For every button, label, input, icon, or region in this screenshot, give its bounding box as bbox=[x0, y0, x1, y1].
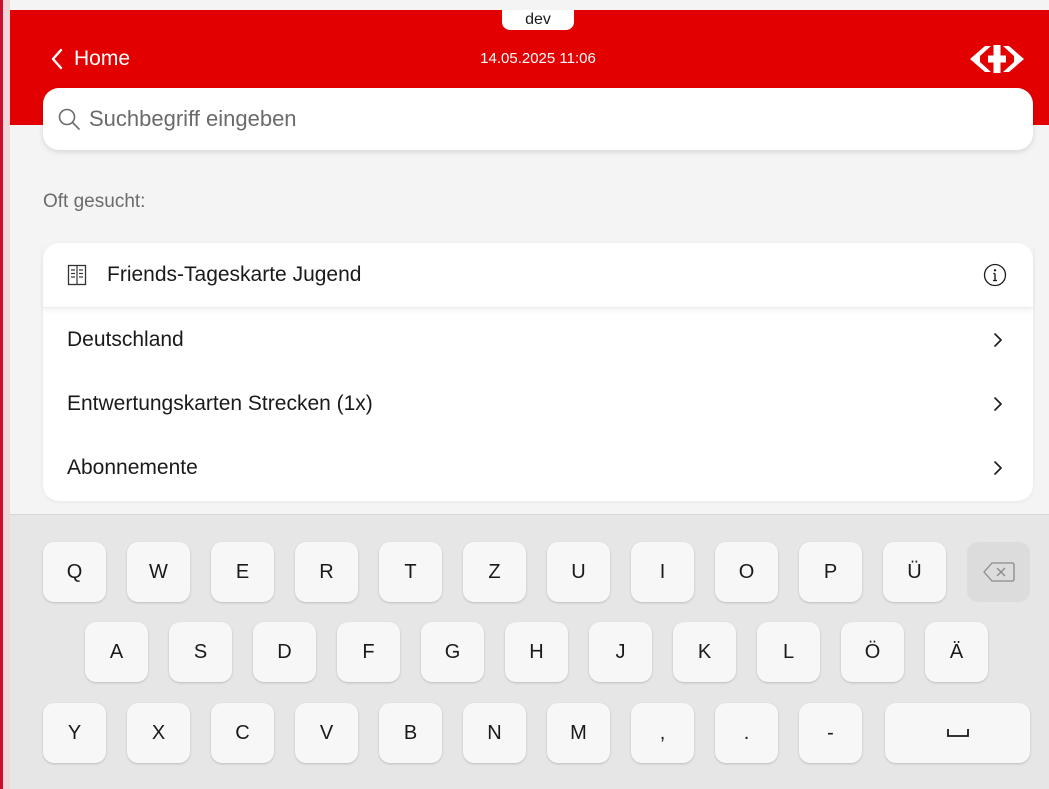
key[interactable]: N bbox=[463, 703, 526, 763]
key[interactable]: X bbox=[127, 703, 190, 763]
back-label: Home bbox=[74, 47, 131, 70]
frequent-section-title: Oft gesucht: bbox=[43, 191, 146, 212]
key[interactable]: E bbox=[211, 542, 274, 602]
header-datetime: 14.05.2025 11:06 bbox=[480, 50, 596, 67]
frequent-list-card: Friends-Tageskarte Jugend Deutschland En… bbox=[43, 243, 1033, 501]
ticket-icon bbox=[67, 264, 87, 286]
key[interactable]: F bbox=[337, 622, 400, 682]
key[interactable]: P bbox=[799, 542, 862, 602]
search-icon bbox=[57, 107, 81, 131]
on-screen-keyboard: Q W E R T Z U I O P Ü A S D F G H J K L … bbox=[10, 514, 1049, 789]
category-label: Abonnemente bbox=[67, 456, 198, 479]
category-row-abonnemente[interactable]: Abonnemente bbox=[43, 436, 1033, 500]
key[interactable]: V bbox=[295, 703, 358, 763]
key[interactable]: A bbox=[85, 622, 148, 682]
environment-badge: dev bbox=[502, 10, 574, 30]
key[interactable]: , bbox=[631, 703, 694, 763]
app-window: Home 14.05.2025 11:06 dev Oft gesucht: bbox=[10, 0, 1049, 789]
space-bar-icon bbox=[946, 729, 969, 737]
key[interactable]: Ü bbox=[883, 542, 946, 602]
search-bar[interactable] bbox=[43, 88, 1033, 150]
chevron-right-icon bbox=[993, 332, 1003, 348]
key[interactable]: W bbox=[127, 542, 190, 602]
key[interactable]: M bbox=[547, 703, 610, 763]
back-home-link[interactable]: Home bbox=[50, 46, 130, 72]
key[interactable]: - bbox=[799, 703, 862, 763]
key[interactable]: Z bbox=[463, 542, 526, 602]
key[interactable]: Ä bbox=[925, 622, 988, 682]
key[interactable]: K bbox=[673, 622, 736, 682]
category-row-entwertungskarten[interactable]: Entwertungskarten Strecken (1x) bbox=[43, 372, 1033, 436]
key[interactable]: C bbox=[211, 703, 274, 763]
key[interactable]: O bbox=[715, 542, 778, 602]
key[interactable]: J bbox=[589, 622, 652, 682]
key[interactable]: B bbox=[379, 703, 442, 763]
backspace-icon bbox=[982, 562, 1015, 582]
featured-ticket-row[interactable]: Friends-Tageskarte Jugend bbox=[43, 243, 1033, 308]
backspace-key[interactable] bbox=[967, 542, 1030, 602]
key[interactable]: . bbox=[715, 703, 778, 763]
category-row-deutschland[interactable]: Deutschland bbox=[43, 308, 1033, 372]
key[interactable]: H bbox=[505, 622, 568, 682]
key[interactable]: G bbox=[421, 622, 484, 682]
left-edge-line bbox=[0, 0, 3, 789]
featured-ticket-label: Friends-Tageskarte Jugend bbox=[107, 263, 362, 286]
key[interactable]: U bbox=[547, 542, 610, 602]
key[interactable]: D bbox=[253, 622, 316, 682]
key[interactable]: S bbox=[169, 622, 232, 682]
key[interactable]: R bbox=[295, 542, 358, 602]
key[interactable]: Ö bbox=[841, 622, 904, 682]
key[interactable]: T bbox=[379, 542, 442, 602]
info-icon[interactable] bbox=[983, 263, 1007, 287]
category-label: Deutschland bbox=[67, 328, 184, 351]
key[interactable]: I bbox=[631, 542, 694, 602]
left-edge-strip bbox=[0, 0, 10, 789]
space-key[interactable] bbox=[885, 703, 1030, 763]
category-label: Entwertungskarten Strecken (1x) bbox=[67, 392, 373, 415]
chevron-right-icon bbox=[993, 460, 1003, 476]
key[interactable]: L bbox=[757, 622, 820, 682]
chevron-left-icon bbox=[51, 48, 63, 70]
search-input[interactable] bbox=[87, 98, 1033, 140]
key[interactable]: Q bbox=[43, 542, 106, 602]
chevron-right-icon bbox=[993, 396, 1003, 412]
sbb-logo-icon bbox=[968, 45, 1026, 78]
key[interactable]: Y bbox=[43, 703, 106, 763]
